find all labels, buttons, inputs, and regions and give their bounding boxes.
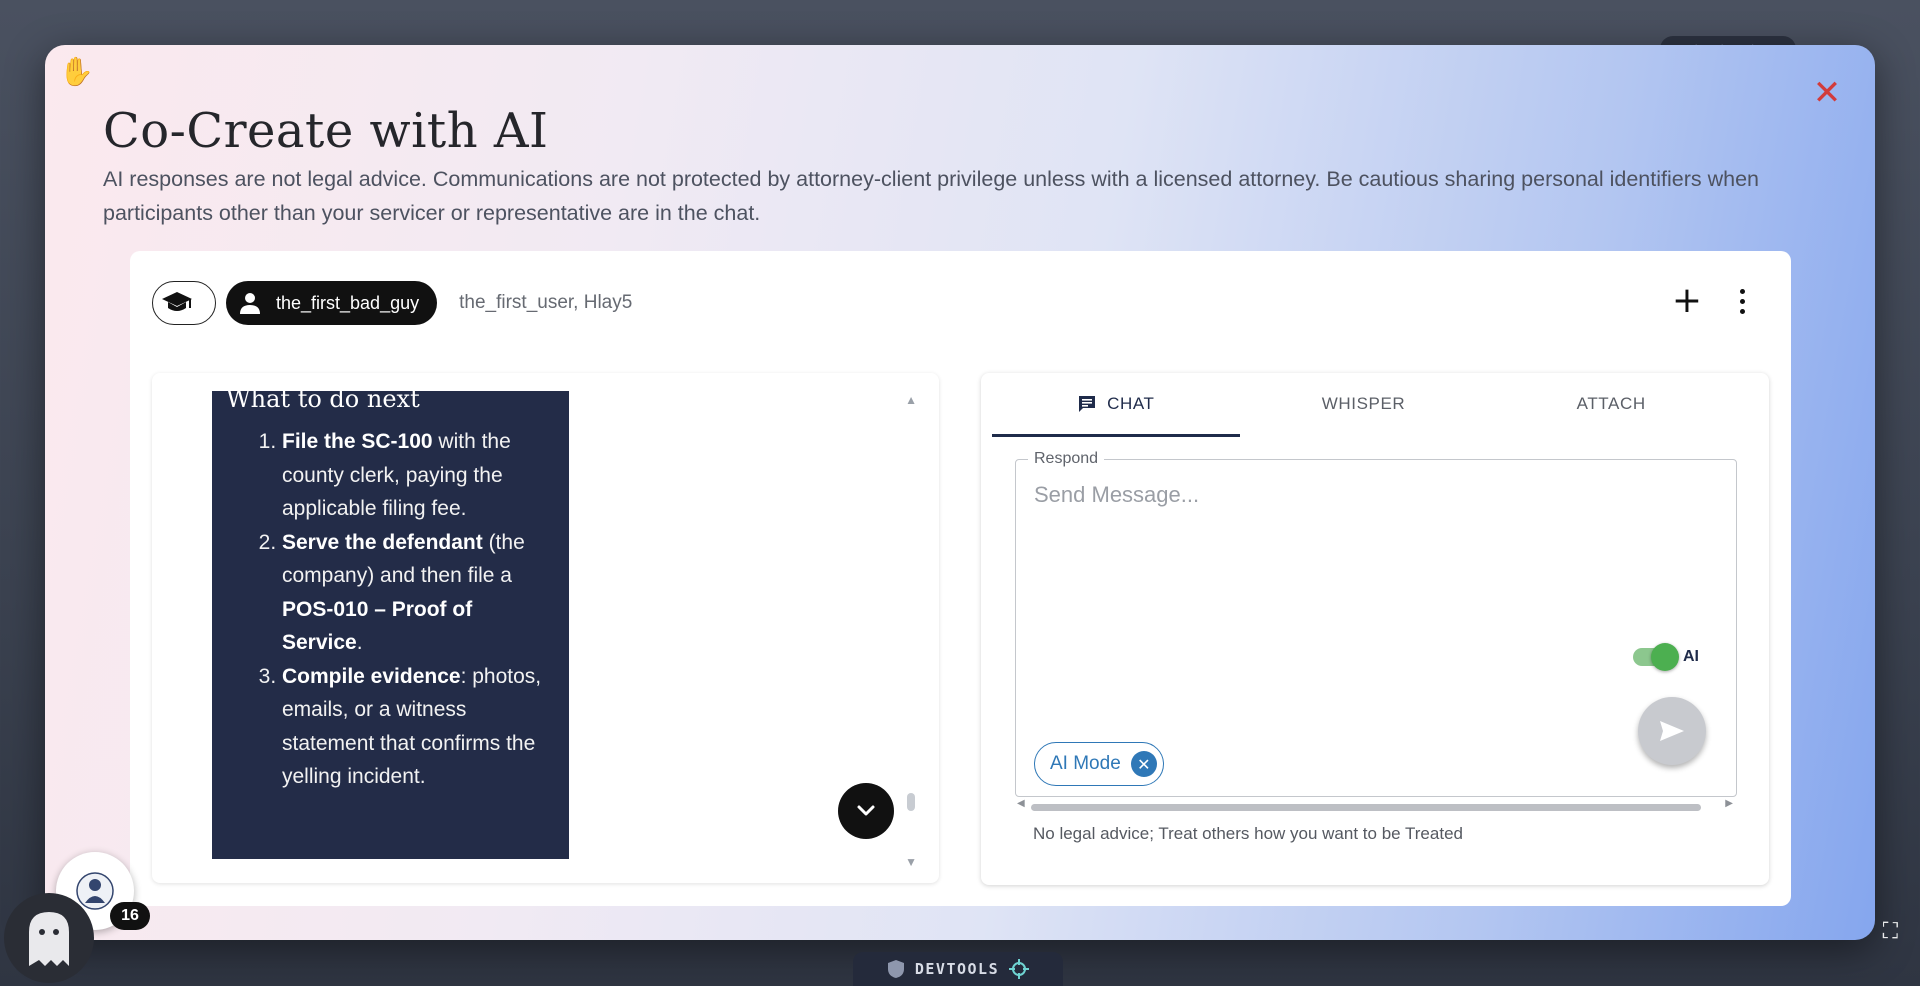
legal-disclaimer: AI responses are not legal advice. Commu…: [103, 167, 1760, 225]
devtools-label: DEVTOOLS: [914, 960, 1000, 978]
list-item: File the SC-100 with the county clerk, p…: [282, 425, 555, 526]
message-list[interactable]: What to do next File the SC-100 with the…: [152, 373, 939, 883]
ghost-icon: [29, 912, 69, 966]
chevron-down-icon: [857, 805, 875, 816]
scroll-down-arrow-icon[interactable]: ▼: [905, 855, 917, 869]
chat-header: the_first_bad_guy the_first_user, Hlay5: [152, 281, 632, 325]
next-steps-list: File the SC-100 with the county clerk, p…: [226, 425, 555, 794]
composer-footer-note: No legal advice; Treat others how you wa…: [1033, 824, 1463, 843]
scroll-up-arrow-icon[interactable]: ▲: [905, 393, 917, 407]
message-input[interactable]: [1034, 482, 1714, 632]
scroll-thumb[interactable]: [1031, 804, 1701, 811]
hand-icon[interactable]: ✋: [59, 53, 94, 91]
education-toggle[interactable]: [152, 281, 216, 325]
chat-card: the_first_bad_guy the_first_user, Hlay5 …: [130, 251, 1791, 906]
list-item: Serve the defendant (the company) and th…: [282, 526, 555, 660]
close-icon[interactable]: ✕: [1809, 75, 1845, 111]
ai-toggle-track: [1633, 643, 1679, 671]
ai-toggle[interactable]: AI: [1633, 643, 1699, 671]
list-item: Compile evidence: photos, emails, or a w…: [282, 660, 555, 794]
participants-list: the_first_user, Hlay5: [459, 292, 633, 313]
chat-bubble-icon: [1079, 395, 1096, 412]
chip-close-icon[interactable]: ✕: [1130, 751, 1157, 777]
active-user-name: the_first_bad_guy: [276, 292, 420, 313]
message-scrollbar[interactable]: [907, 793, 915, 811]
ai-mode-chip-label: AI Mode: [1050, 753, 1121, 774]
composer-panel: CHAT WHISPER ATTACH Respond AI: [981, 373, 1769, 885]
scroll-to-bottom-button[interactable]: [838, 783, 894, 839]
co-create-modal: ✋ ✕ Co-Create with AI AI responses are n…: [45, 45, 1875, 940]
send-button[interactable]: [1638, 697, 1706, 765]
scroll-right-arrow-icon[interactable]: ▶: [1725, 798, 1733, 809]
send-icon: [1660, 721, 1684, 741]
fullscreen-icon[interactable]: ⛶: [1883, 918, 1898, 944]
message-heading: What to do next: [226, 391, 420, 413]
lady-justice-logo-icon: [76, 872, 114, 910]
notification-count-badge: 16: [110, 902, 150, 930]
ai-message-bubble: What to do next File the SC-100 with the…: [212, 391, 569, 859]
tab-attach[interactable]: ATTACH: [1487, 373, 1735, 437]
add-icon[interactable]: +: [1665, 279, 1709, 323]
respond-label: Respond: [1028, 450, 1105, 468]
horizontal-scrollbar[interactable]: ◀ ▶: [1015, 798, 1737, 813]
more-vert-icon[interactable]: [1727, 279, 1757, 323]
active-user-chip[interactable]: the_first_bad_guy: [226, 281, 438, 325]
respond-field: Respond AI AI Mode ✕: [1015, 450, 1737, 797]
graduation-cap-icon: [162, 292, 192, 311]
modal-title: Co-Create with AI: [103, 103, 549, 159]
ai-mode-chip[interactable]: AI Mode ✕: [1034, 742, 1164, 786]
shield-icon: [887, 960, 904, 978]
tab-chat[interactable]: CHAT: [992, 373, 1240, 437]
person-icon: [240, 293, 260, 314]
crosshair-icon: [1009, 959, 1030, 979]
assistant-avatar[interactable]: [4, 893, 94, 983]
ai-toggle-label: AI: [1683, 648, 1699, 665]
composer-tabs: CHAT WHISPER ATTACH: [992, 373, 1735, 437]
tab-whisper[interactable]: WHISPER: [1240, 373, 1488, 437]
scroll-left-arrow-icon[interactable]: ◀: [1017, 798, 1025, 809]
devtools-bar[interactable]: DEVTOOLS: [853, 952, 1063, 986]
ai-toggle-knob: [1651, 643, 1679, 671]
